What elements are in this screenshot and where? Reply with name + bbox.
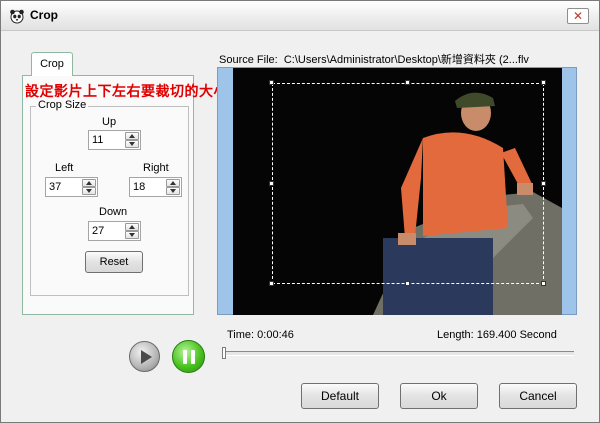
crop-handle-top-left[interactable]: [269, 80, 274, 85]
pause-icon: [183, 350, 187, 364]
crop-handle-left[interactable]: [269, 181, 274, 186]
crop-selection[interactable]: [272, 83, 544, 284]
arrow-up-icon: [129, 225, 135, 229]
play-icon: [141, 350, 152, 364]
reset-button[interactable]: Reset: [85, 251, 143, 273]
right-increment-button[interactable]: [166, 179, 180, 187]
arrow-up-icon: [86, 181, 92, 185]
time-readout: Time: 0:00:46: [227, 329, 294, 341]
length-label: Length:: [437, 329, 474, 341]
arrow-up-icon: [129, 134, 135, 138]
cancel-button-label: Cancel: [519, 389, 557, 403]
source-file: Source File: C:\Users\Administrator\Desk…: [219, 51, 529, 67]
title-bar: Crop ✕: [1, 1, 599, 31]
down-value[interactable]: 27: [92, 225, 104, 237]
pause-icon: [191, 350, 195, 364]
ok-button-label: Ok: [431, 389, 447, 403]
right-label: Right: [143, 162, 169, 174]
down-increment-button[interactable]: [125, 223, 139, 231]
crop-handle-bottom[interactable]: [405, 281, 410, 286]
ok-button[interactable]: Ok: [400, 383, 478, 409]
default-button[interactable]: Default: [301, 383, 379, 409]
left-increment-button[interactable]: [82, 179, 96, 187]
time-label: Time:: [227, 329, 255, 341]
annotation-text: 設定影片上下左右要裁切的大小: [25, 83, 228, 99]
left-decrement-button[interactable]: [82, 187, 96, 195]
left-value[interactable]: 37: [49, 181, 61, 193]
default-button-label: Default: [320, 389, 360, 403]
panda-icon: [10, 9, 24, 24]
crop-handle-right[interactable]: [541, 181, 546, 186]
right-spinner[interactable]: 18: [129, 177, 182, 197]
crop-handle-bottom-left[interactable]: [269, 281, 274, 286]
close-button[interactable]: ✕: [567, 8, 589, 24]
tab-crop[interactable]: Crop: [31, 52, 73, 76]
length-value: 169.400 Second: [476, 329, 557, 341]
pause-button[interactable]: [172, 340, 205, 373]
down-label: Down: [99, 206, 128, 218]
right-decrement-button[interactable]: [166, 187, 180, 195]
source-file-label: Source File:: [219, 54, 278, 66]
arrow-down-icon: [170, 189, 176, 193]
up-decrement-button[interactable]: [125, 140, 139, 148]
crop-dialog: Crop ✕ Crop Crop Size 設定影片上下左右要裁切的大小 Up …: [0, 0, 600, 423]
up-spinner[interactable]: 11: [88, 130, 141, 150]
left-spinner[interactable]: 37: [45, 177, 98, 197]
cancel-button[interactable]: Cancel: [499, 383, 577, 409]
play-button[interactable]: [129, 341, 160, 372]
arrow-down-icon: [129, 233, 135, 237]
arrow-up-icon: [170, 181, 176, 185]
close-icon: ✕: [572, 9, 584, 23]
crop-handle-bottom-right[interactable]: [541, 281, 546, 286]
seek-thumb[interactable]: [222, 347, 226, 359]
arrow-down-icon: [86, 189, 92, 193]
source-file-path: C:\Users\Administrator\Desktop\新增資料夾 (2.…: [283, 54, 529, 66]
left-label: Left: [55, 162, 74, 174]
time-value: 0:00:46: [257, 329, 294, 341]
seek-track[interactable]: [224, 351, 574, 356]
up-value[interactable]: 11: [92, 134, 103, 146]
right-value[interactable]: 18: [133, 181, 145, 193]
crop-handle-top[interactable]: [405, 80, 410, 85]
window-title: Crop: [30, 8, 58, 22]
down-decrement-button[interactable]: [125, 231, 139, 239]
crop-handle-top-right[interactable]: [541, 80, 546, 85]
up-label: Up: [102, 116, 117, 128]
down-spinner[interactable]: 27: [88, 221, 141, 241]
up-increment-button[interactable]: [125, 132, 139, 140]
length-readout: Length: 169.400 Second: [437, 329, 557, 341]
arrow-down-icon: [129, 142, 135, 146]
